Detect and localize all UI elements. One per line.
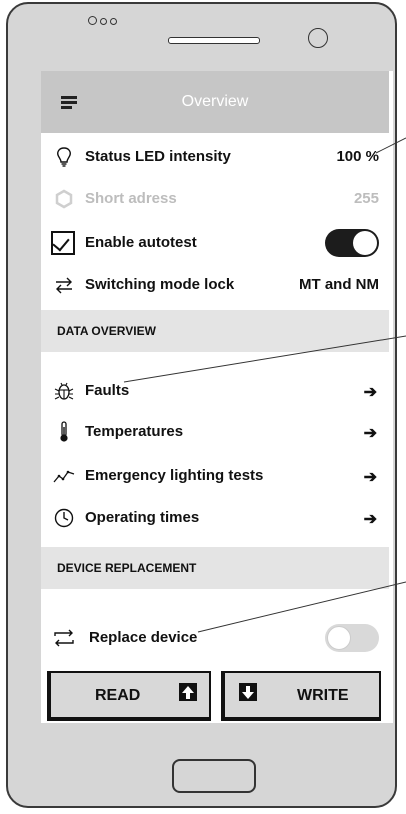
emergency-tests-label: Emergency lighting tests <box>85 467 264 484</box>
status-led-label: Status LED intensity <box>85 148 231 165</box>
row-switching-mode-lock[interactable]: Switching mode lock MT and NM <box>41 265 389 305</box>
phone-frame: Overview Status LED intensity 100 % Shor… <box>6 2 397 808</box>
list-item-temperatures[interactable]: Temperatures ➔ <box>41 412 389 452</box>
enable-autotest-label: Enable autotest <box>85 234 197 251</box>
swap-arrows-icon <box>56 277 72 294</box>
thermometer-icon <box>60 421 68 442</box>
row-status-led-intensity[interactable]: Status LED intensity 100 % <box>41 137 389 177</box>
faults-label: Faults <box>85 382 130 399</box>
row-short-adress: Short adress 255 <box>41 179 389 219</box>
short-adress-value: 255 <box>353 190 379 207</box>
checkbox-checked-icon[interactable] <box>51 231 75 255</box>
upload-arrow-icon <box>179 683 197 701</box>
list-item-operating-times[interactable]: Operating times ➔ <box>41 498 389 538</box>
replace-device-label: Replace device <box>89 629 198 646</box>
replace-device-toggle[interactable] <box>325 624 379 652</box>
section-title-device-replacement: DEVICE REPLACEMENT <box>57 561 197 575</box>
temperatures-label: Temperatures <box>85 423 184 440</box>
page-title: Overview <box>181 93 249 110</box>
row-replace-device: Replace device <box>41 618 389 658</box>
download-arrow-icon <box>239 683 257 701</box>
section-title-data-overview: DATA OVERVIEW <box>57 324 156 338</box>
speaker-slot <box>168 37 260 44</box>
clock-icon <box>54 508 74 528</box>
replace-arrows-icon <box>54 629 74 647</box>
list-item-faults[interactable]: Faults ➔ <box>41 371 389 411</box>
app-screen: Overview Status LED intensity 100 % Shor… <box>41 71 393 723</box>
home-button[interactable] <box>172 759 256 793</box>
autotest-toggle[interactable] <box>325 229 379 257</box>
section-device-replacement: DEVICE REPLACEMENT <box>41 547 389 589</box>
section-data-overview: DATA OVERVIEW <box>41 310 389 352</box>
front-camera <box>308 28 328 48</box>
read-button-label: READ <box>95 687 141 704</box>
read-button[interactable]: READ <box>47 671 211 721</box>
switching-mode-value: MT and NM <box>299 276 379 293</box>
list-item-emergency-lighting-tests[interactable]: Emergency lighting tests ➔ <box>41 456 389 496</box>
short-adress-label: Short adress <box>85 190 177 207</box>
diamond-icon <box>55 189 73 209</box>
arrow-right-icon: ➔ <box>363 425 377 442</box>
switching-mode-label: Switching mode lock <box>85 276 235 293</box>
status-led-value: 100 % <box>336 148 379 165</box>
app-bar: Overview <box>41 71 389 133</box>
row-enable-autotest: Enable autotest <box>41 223 389 263</box>
arrow-right-icon: ➔ <box>363 384 377 401</box>
sensor-dots <box>88 16 117 25</box>
write-button[interactable]: WRITE <box>221 671 381 721</box>
arrow-right-icon: ➔ <box>363 511 377 528</box>
write-button-label: WRITE <box>297 687 349 704</box>
bug-icon <box>54 382 74 400</box>
lightbulb-icon <box>57 147 71 167</box>
arrow-right-icon: ➔ <box>363 469 377 486</box>
line-chart-icon <box>53 470 75 483</box>
operating-times-label: Operating times <box>85 509 200 526</box>
